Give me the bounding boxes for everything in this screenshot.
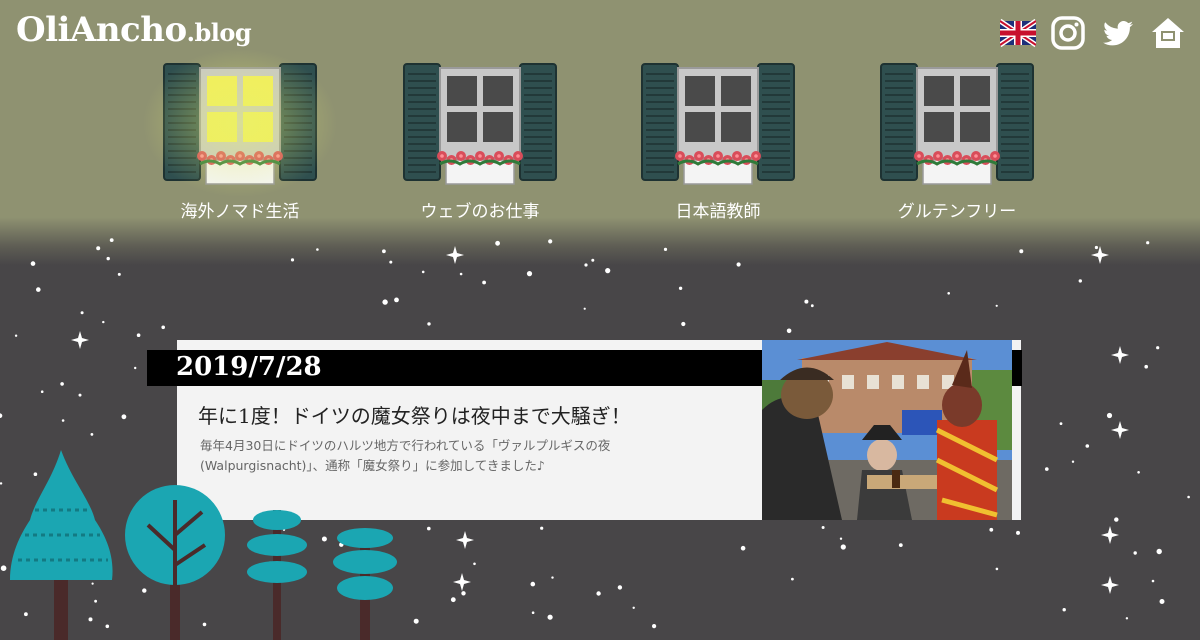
nav-label: ウェブのお仕事 <box>420 202 540 222</box>
nav-label: 日本語教師 <box>675 202 761 222</box>
window-icon <box>403 63 557 185</box>
logo-suffix: .blog <box>186 18 252 47</box>
nav-item-gluten-free[interactable]: グルテンフリー <box>877 60 1037 225</box>
window-glow <box>142 48 338 198</box>
twitter-icon[interactable] <box>1100 15 1136 51</box>
home-icon[interactable] <box>1150 15 1186 51</box>
nav-item-web-work[interactable]: ウェブのお仕事 <box>400 60 560 225</box>
window-icon <box>641 63 795 185</box>
uk-flag-icon[interactable] <box>1000 15 1036 51</box>
nav-item-nomad[interactable]: 海外ノマド生活 <box>142 48 338 225</box>
window-icon <box>880 63 1034 185</box>
topiary-tree-icon <box>333 528 397 640</box>
post-date: 2019/7/28 <box>176 352 322 382</box>
nav-label: グルテンフリー <box>897 202 1017 222</box>
fir-tree-icon <box>10 450 113 640</box>
nav-label: 海外ノマド生活 <box>180 202 300 222</box>
site-logo[interactable]: OliAncho.blog <box>16 10 252 50</box>
layered-tree-icon <box>247 510 307 640</box>
instagram-icon[interactable] <box>1050 15 1086 51</box>
forest-illustration <box>10 450 397 640</box>
logo-text: OliAncho <box>16 10 187 50</box>
header-icons <box>1000 15 1186 51</box>
post-thumbnail[interactable] <box>762 340 1012 520</box>
nav-item-japanese-teacher[interactable]: 日本語教師 <box>638 60 798 225</box>
post-title[interactable]: 年に1度！ドイツの魔女祭りは夜中まで大騒ぎ！ <box>198 400 631 429</box>
round-tree-icon <box>125 485 225 640</box>
